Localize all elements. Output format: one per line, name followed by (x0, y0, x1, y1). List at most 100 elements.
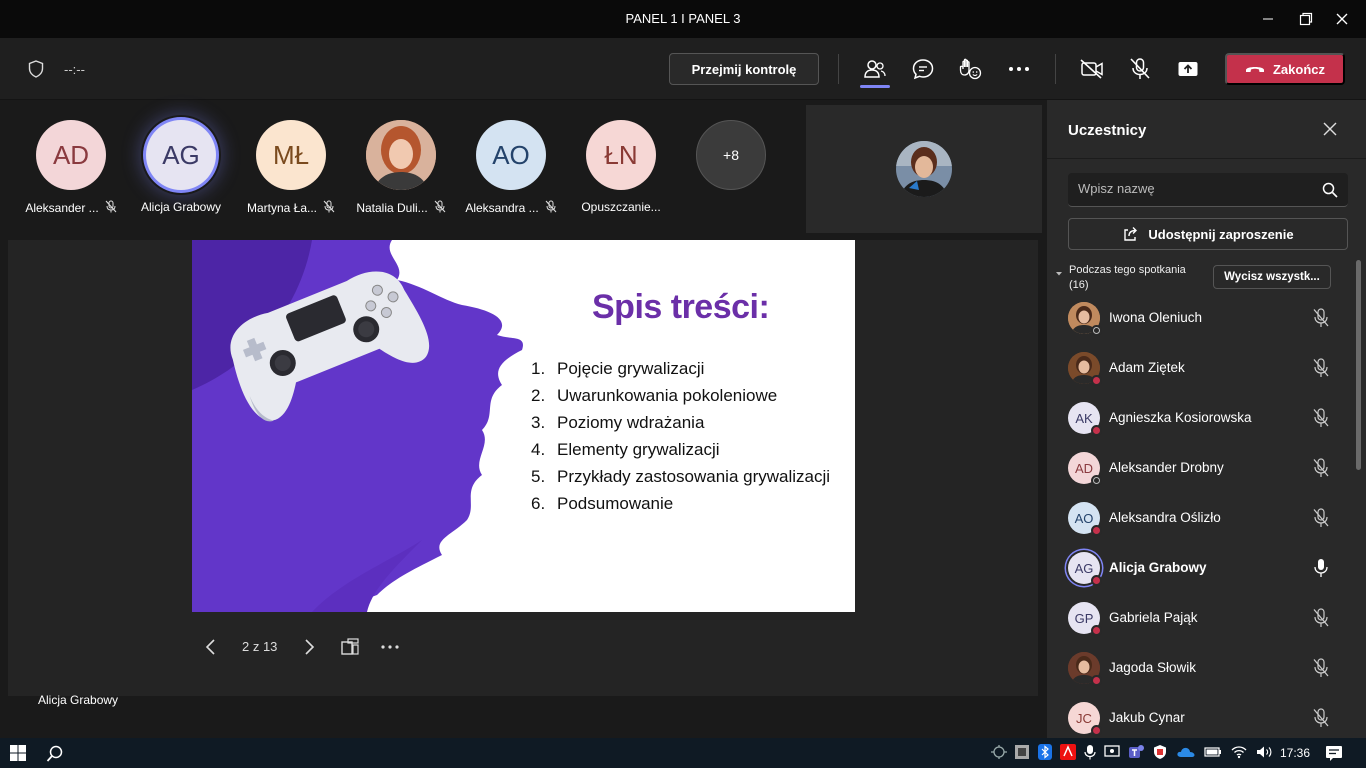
mic-off-icon[interactable] (1312, 308, 1330, 333)
next-slide-icon[interactable] (302, 636, 316, 658)
participant-row[interactable]: AK Agnieszka Kosiorowska (1047, 393, 1357, 443)
participant-name: Alicja Grabowy (140, 200, 222, 214)
share-screen-icon[interactable] (1174, 56, 1202, 82)
participant-row[interactable]: JC Jakub Cynar (1047, 693, 1357, 743)
section-header[interactable]: Podczas tego spotkania (16) (1055, 263, 1186, 293)
list-text: Przykłady zastosowania grywalizacji (557, 467, 831, 486)
slide-more-icon[interactable] (380, 636, 400, 658)
security-tray-icon[interactable] (1152, 744, 1168, 760)
list-text: Elementy grywalizacji (557, 440, 720, 459)
toolbar-divider (838, 54, 839, 84)
mic-off-icon[interactable] (1312, 708, 1330, 733)
microphone-tray-icon[interactable] (1084, 744, 1096, 760)
participant-name: Aleksander ... (25, 201, 99, 215)
participant-tile[interactable]: AD Aleksander ... (16, 120, 126, 216)
participant-photo (1068, 652, 1102, 686)
restore-icon[interactable] (1286, 6, 1326, 32)
participants-panel: Uczestnicy Udostępnij zaproszenie Podcza… (1046, 100, 1366, 738)
close-panel-icon[interactable] (1323, 122, 1337, 141)
participant-tile[interactable]: MŁ Martyna Ła... (236, 120, 346, 216)
window-title: PANEL 1 I PANEL 3 (625, 11, 741, 26)
avatar-initials: GP (1074, 610, 1094, 626)
search-input[interactable] (1078, 181, 1308, 196)
end-call-button[interactable]: Zakończ (1225, 53, 1345, 85)
mic-off-icon[interactable] (1312, 458, 1330, 483)
network-sharing-icon[interactable] (990, 744, 1008, 760)
slide-counter: 2 z 13 (242, 639, 278, 654)
camera-off-icon[interactable] (1078, 56, 1106, 82)
wifi-icon[interactable] (1230, 745, 1248, 759)
participant-avatar: AG (146, 120, 216, 190)
more-participants-tile[interactable]: +8 (676, 120, 786, 190)
search-icon[interactable] (1322, 182, 1338, 203)
participant-name: Agnieszka Kosiorowska (1109, 410, 1252, 425)
participant-name: Martyna Ła... (246, 201, 318, 215)
participant-row[interactable]: Jagoda Słowik (1047, 643, 1357, 693)
share-invite-label: Udostępnij zaproszenie (1148, 226, 1294, 242)
participant-avatar: AO (476, 120, 546, 190)
mic-on-icon[interactable] (1312, 558, 1330, 583)
list-number: 5. (531, 467, 546, 486)
app-tray-icon[interactable] (1014, 744, 1030, 760)
reactions-icon[interactable] (956, 56, 984, 82)
mute-all-button[interactable]: Wycisz wszystk... (1213, 265, 1331, 289)
participant-tile[interactable]: AO Aleksandra ... (456, 120, 566, 216)
participant-tile[interactable]: Natalia Duli... (346, 120, 456, 216)
mic-off-icon (545, 200, 557, 216)
onedrive-icon[interactable] (1176, 745, 1196, 759)
participant-tile[interactable]: AG Alicja Grabowy (126, 120, 236, 214)
self-avatar (896, 141, 952, 197)
participant-avatar: AK (1068, 402, 1102, 436)
presence-status-icon (1091, 475, 1102, 486)
acrobat-icon[interactable] (1060, 744, 1076, 760)
taskbar-search-icon[interactable] (46, 745, 64, 768)
slide-thumbnails-icon[interactable] (340, 636, 360, 658)
presence-status-icon (1091, 375, 1102, 386)
participant-avatar: AD (36, 120, 106, 190)
self-view[interactable] (806, 105, 1042, 233)
participant-tile[interactable]: ŁN Opuszczanie... (566, 120, 676, 214)
mic-off-icon[interactable] (1312, 658, 1330, 683)
participant-avatar: AD (1068, 452, 1102, 486)
participant-row[interactable]: AO Aleksandra Oślizło (1047, 493, 1357, 543)
share-invite-button[interactable]: Udostępnij zaproszenie (1068, 218, 1348, 250)
mic-off-icon[interactable] (1126, 56, 1154, 82)
participant-row[interactable]: GP Gabriela Pająk (1047, 593, 1357, 643)
mic-off-icon[interactable] (1312, 608, 1330, 633)
close-icon[interactable] (1322, 6, 1362, 32)
presence-status-icon (1091, 525, 1102, 536)
participant-list: Iwona Oleniuch Adam Ziętek AK Agnieszka Kos… (1047, 293, 1357, 743)
mic-off-icon[interactable] (1312, 408, 1330, 433)
volume-icon[interactable] (1256, 745, 1274, 759)
more-icon[interactable] (1005, 56, 1033, 82)
previous-slide-icon[interactable] (204, 636, 218, 658)
list-text: Poziomy wdrażania (557, 413, 705, 432)
bluetooth-icon[interactable] (1038, 744, 1052, 760)
mic-off-icon[interactable] (1312, 358, 1330, 383)
display-tray-icon[interactable] (1104, 744, 1120, 760)
minimize-icon[interactable] (1248, 6, 1288, 32)
participant-row[interactable]: Iwona Oleniuch (1047, 293, 1357, 343)
meeting-timer: --:-- (64, 62, 85, 77)
list-number: 6. (531, 494, 546, 513)
taskbar-clock[interactable]: 17:36 (1280, 746, 1310, 760)
people-icon[interactable] (861, 56, 889, 82)
battery-icon[interactable] (1204, 746, 1222, 758)
avatar-initials: AG (1074, 560, 1094, 576)
list-item: 5. Przykłady zastosowania grywalizacji (531, 466, 831, 487)
mic-off-icon[interactable] (1312, 508, 1330, 533)
panel-scrollbar[interactable] (1356, 260, 1361, 470)
chat-icon[interactable] (909, 56, 937, 82)
notifications-icon[interactable] (1325, 745, 1343, 766)
participant-avatar: AG (1068, 552, 1102, 586)
windows-start-icon[interactable] (10, 745, 26, 766)
avatar-initials: AK (1075, 410, 1093, 426)
participant-row[interactable]: Adam Ziętek (1047, 343, 1357, 393)
participant-row[interactable]: AG Alicja Grabowy (1047, 543, 1357, 593)
list-number: 2. (531, 386, 546, 405)
list-item: 1. Pojęcie grywalizacji (531, 358, 831, 379)
avatar-initials: AO (1074, 510, 1094, 526)
participant-row[interactable]: AD Aleksander Drobny (1047, 443, 1357, 493)
teams-tray-icon[interactable] (1128, 744, 1144, 760)
take-control-button[interactable]: Przejmij kontrolę (669, 53, 819, 85)
